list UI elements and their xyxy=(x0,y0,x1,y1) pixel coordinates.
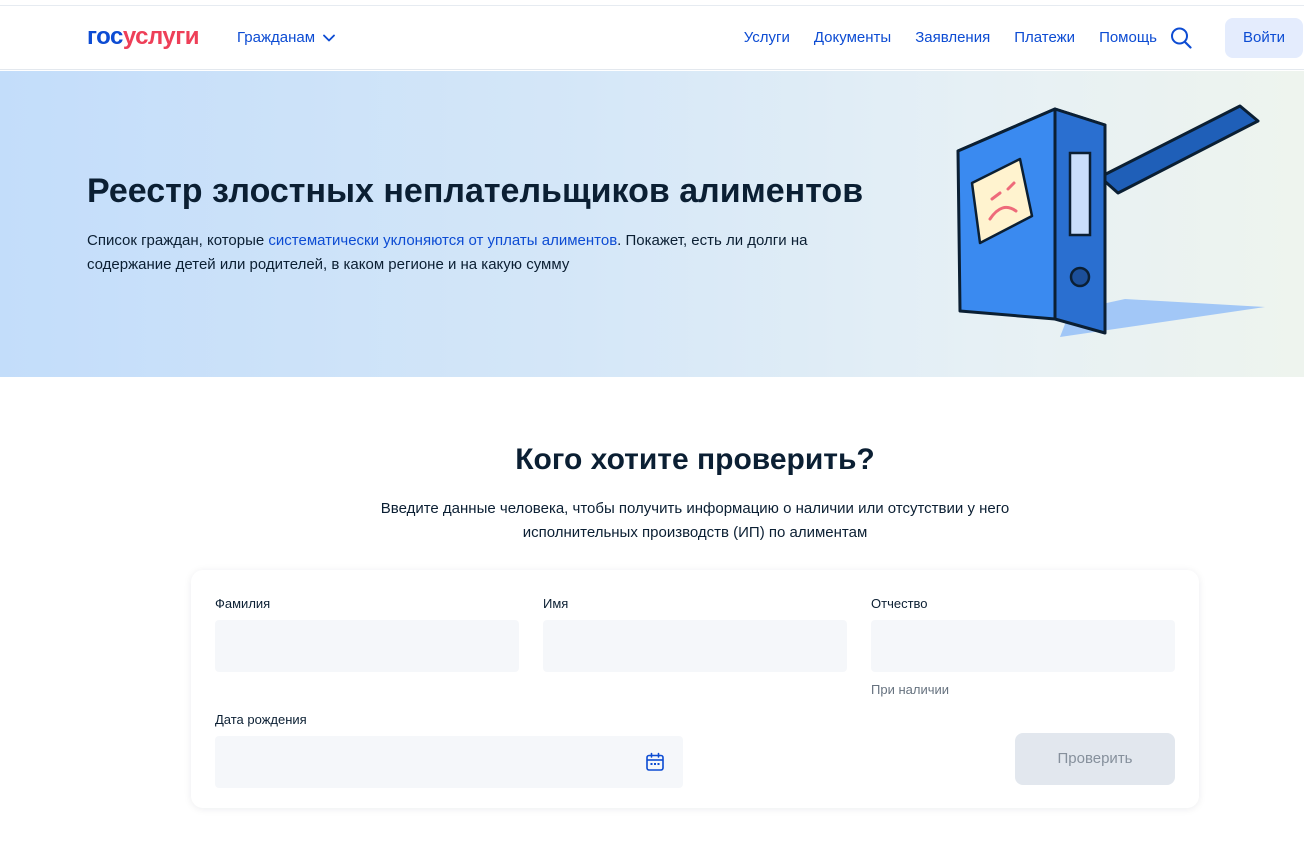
nav-uslugi[interactable]: Услуги xyxy=(744,28,790,48)
surname-field: Фамилия xyxy=(215,596,519,672)
check-button[interactable]: Проверить xyxy=(1015,733,1175,785)
hero-desc-link[interactable]: систематически уклоняются от уплаты алим… xyxy=(268,232,617,249)
birthdate-label: Дата рождения xyxy=(215,712,307,727)
main-nav: Услуги Документы Заявления Платежи Помощ… xyxy=(744,28,1157,48)
nav-pomosch[interactable]: Помощь xyxy=(1099,28,1157,48)
search-icon[interactable] xyxy=(1170,26,1192,50)
search-form-card: Фамилия Имя Отчество При наличии Дата ро… xyxy=(191,570,1199,808)
audience-dropdown[interactable]: Гражданам xyxy=(237,28,335,48)
chevron-down-icon xyxy=(323,34,335,42)
subtitle-line-1: Введите данные человека, чтобы получить … xyxy=(380,500,1010,517)
surname-label: Фамилия xyxy=(215,596,271,611)
name-label: Имя xyxy=(543,596,569,611)
name-field: Имя xyxy=(543,596,847,672)
hero-banner: Реестр злостных неплательщиков алиментов… xyxy=(0,71,1304,377)
nav-platezhi[interactable]: Платежи xyxy=(1014,28,1075,48)
section-title: Кого хотите проверить? xyxy=(515,443,875,476)
logo-part-uslugi: услуги xyxy=(122,23,200,50)
birthdate-input[interactable] xyxy=(215,736,683,788)
gosuslugi-logo[interactable]: госуслуги xyxy=(87,23,200,51)
nav-zayavleniya[interactable]: Заявления xyxy=(915,28,990,48)
name-input[interactable] xyxy=(543,620,847,672)
login-button[interactable]: Войти xyxy=(1225,18,1303,58)
section-subtitle: Введите данные человека, чтобы получить … xyxy=(0,497,1304,545)
patronymic-input[interactable] xyxy=(871,620,1175,672)
audience-label: Гражданам xyxy=(237,29,316,46)
birthdate-field: Дата рождения xyxy=(215,712,683,788)
subtitle-line-2: исполнительных производств (ИП) по алиме… xyxy=(522,524,868,541)
hero-desc-start: Список граждан, которые xyxy=(87,232,269,249)
hero-description: Список граждан, которые систематически у… xyxy=(87,229,857,277)
site-header: госуслуги Гражданам Услуги Документы Зая… xyxy=(0,6,1304,70)
logo-part-gos: гос xyxy=(87,23,123,50)
patronymic-hint: При наличии xyxy=(871,682,949,697)
patronymic-label: Отчество xyxy=(871,596,928,611)
folder-illustration-icon xyxy=(956,104,1265,337)
surname-input[interactable] xyxy=(215,620,519,672)
calendar-icon[interactable] xyxy=(645,752,665,772)
page-title: Реестр злостных неплательщиков алиментов xyxy=(87,172,864,210)
patronymic-field: Отчество При наличии xyxy=(871,596,1175,698)
nav-dokumenty[interactable]: Документы xyxy=(814,28,891,48)
